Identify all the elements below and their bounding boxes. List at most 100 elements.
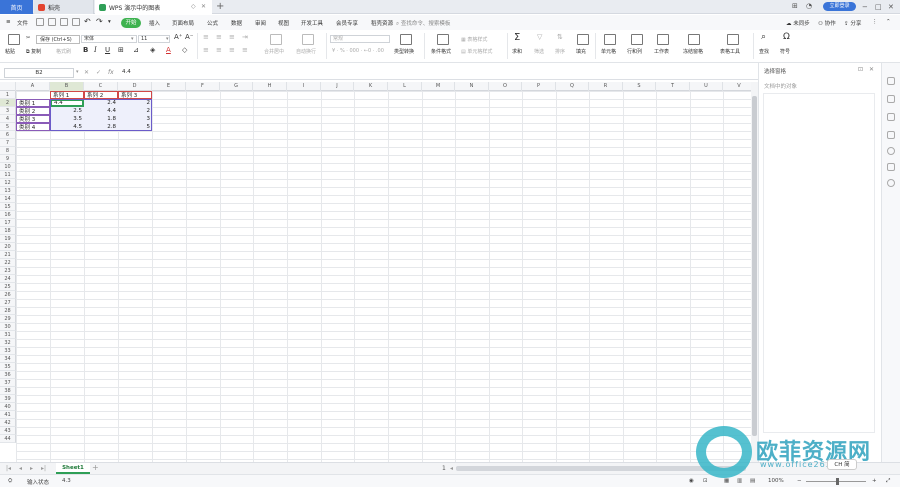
shrink-font-icon[interactable]: A⁻ [185, 33, 193, 41]
menu-developer[interactable]: 开发工具 [301, 19, 323, 27]
column-header-r[interactable]: R [589, 82, 623, 91]
tab-document[interactable]: WPS 演示中的图表 ◇ ✕ [95, 0, 212, 14]
cells-icon[interactable] [604, 34, 616, 45]
fill-icon[interactable] [577, 34, 589, 45]
value-cell[interactable]: 2.5 [50, 107, 84, 115]
row-header-12[interactable]: 12 [0, 179, 16, 187]
row-header-2[interactable]: 2 [0, 99, 16, 107]
row-header-16[interactable]: 16 [0, 211, 16, 219]
fill-color-icon[interactable]: ⊿ [133, 46, 139, 54]
value-cell[interactable]: 5 [118, 123, 152, 131]
row-header-4[interactable]: 4 [0, 115, 16, 123]
pane-options-icon[interactable]: ⊡ [858, 66, 863, 73]
value-cell[interactable]: 3.5 [50, 115, 84, 123]
font-size-dropdown-icon[interactable]: ▾ [166, 36, 169, 42]
row-header-23[interactable]: 23 [0, 267, 16, 275]
row-header-36[interactable]: 36 [0, 371, 16, 379]
spreadsheet-grid[interactable]: ABCDEFGHIJKLMNOPQRSTUV 1 2 3 4 5 6 7 8 9 10 11 12 13… [0, 82, 751, 462]
row-header-44[interactable]: 44 [0, 435, 16, 443]
skin-icon[interactable]: ◔ [806, 2, 812, 10]
share-button[interactable]: ⇪ 分享 [844, 19, 861, 27]
row-header-20[interactable]: 20 [0, 243, 16, 251]
row-header-30[interactable]: 30 [0, 323, 16, 331]
series-header-cell[interactable]: 系列 3 [118, 91, 152, 99]
align-left-icon[interactable]: ≡ [203, 46, 209, 54]
row-header-21[interactable]: 21 [0, 251, 16, 259]
grow-font-icon[interactable]: A⁺ [174, 33, 182, 41]
filter-icon[interactable]: ▽ [537, 33, 542, 41]
column-header-i[interactable]: I [287, 82, 321, 91]
open-icon[interactable] [48, 18, 56, 26]
normal-view-icon[interactable]: ▦ [724, 478, 729, 484]
print-preview-icon[interactable] [72, 18, 80, 26]
column-header-g[interactable]: G [220, 82, 253, 91]
row-header-38[interactable]: 38 [0, 387, 16, 395]
first-sheet-icon[interactable]: |◂ [6, 465, 11, 472]
row-header-15[interactable]: 15 [0, 203, 16, 211]
column-header-k[interactable]: K [354, 82, 388, 91]
add-sheet-button[interactable]: + [92, 463, 99, 472]
quick-access-more-icon[interactable]: ▾ [108, 19, 111, 25]
wrap-icon[interactable] [302, 34, 314, 45]
last-sheet-icon[interactable]: ▸| [41, 465, 46, 472]
table-tools-button[interactable]: 表格工具 [720, 48, 740, 55]
underline-icon[interactable]: U [105, 46, 110, 54]
selection-pane-title[interactable]: 选择窗格 [764, 67, 786, 75]
row-header-29[interactable]: 29 [0, 315, 16, 323]
row-header-41[interactable]: 41 [0, 411, 16, 419]
paste-icon[interactable] [8, 34, 20, 45]
column-header-f[interactable]: F [186, 82, 220, 91]
close-window-icon[interactable]: ✕ [888, 1, 894, 13]
value-cell[interactable]: 2 [118, 107, 152, 115]
cond-format-icon[interactable] [437, 34, 449, 45]
zoom-level[interactable]: 100% [768, 478, 784, 484]
undo-icon[interactable]: ↶ [84, 17, 91, 26]
row-header-34[interactable]: 34 [0, 355, 16, 363]
bold-icon[interactable]: B [83, 46, 88, 54]
menu-view[interactable]: 视图 [278, 19, 289, 27]
menu-review[interactable]: 审阅 [255, 19, 266, 27]
row-header-35[interactable]: 35 [0, 363, 16, 371]
merge-icon[interactable] [270, 34, 282, 45]
collapse-ribbon-icon[interactable]: ⌃ [886, 19, 891, 25]
row-header-32[interactable]: 32 [0, 339, 16, 347]
row-header-24[interactable]: 24 [0, 275, 16, 283]
column-header-n[interactable]: N [455, 82, 489, 91]
page-break-view-icon[interactable]: ▤ [750, 478, 755, 484]
eraser-icon[interactable]: ◇ [182, 46, 187, 54]
freeze-button[interactable]: 冻结窗格 [683, 48, 703, 55]
row-header-37[interactable]: 37 [0, 379, 16, 387]
confirm-edit-icon[interactable]: ✓ [96, 69, 101, 76]
row-header-9[interactable]: 9 [0, 155, 16, 163]
fill-button[interactable]: 填充 [576, 48, 586, 55]
command-search[interactable]: ⌕ 查找命令、搜索模板 [396, 19, 450, 28]
row-header-7[interactable]: 7 [0, 139, 16, 147]
redo-icon[interactable]: ↷ [96, 17, 103, 26]
border-icon[interactable]: ⊞ [118, 46, 124, 54]
login-button[interactable]: 立即登录 [823, 2, 856, 11]
row-header-31[interactable]: 31 [0, 331, 16, 339]
cancel-edit-icon[interactable]: ✕ [84, 69, 89, 76]
zoom-slider-handle[interactable] [836, 478, 839, 485]
column-header-u[interactable]: U [690, 82, 723, 91]
column-header-c[interactable]: C [84, 82, 118, 91]
new-tab-button[interactable]: + [216, 1, 224, 13]
series-header-cell[interactable]: 系列 2 [84, 91, 118, 99]
macro-icon[interactable]: ⛭ [8, 478, 12, 485]
print-icon[interactable] [60, 18, 68, 26]
name-box[interactable]: B2 [4, 68, 74, 78]
category-cell[interactable]: 类别 2 [16, 107, 50, 115]
paste-button[interactable]: 粘贴 [5, 48, 15, 55]
row-header-14[interactable]: 14 [0, 195, 16, 203]
column-header-d[interactable]: D [118, 82, 152, 91]
menu-more-icon[interactable]: ⋮ [872, 19, 878, 25]
menu-formula[interactable]: 公式 [207, 19, 218, 27]
filter-button[interactable]: 筛选 [534, 48, 544, 55]
table-tools-icon[interactable] [727, 34, 739, 45]
sum-button[interactable]: 求和 [512, 48, 522, 55]
indent-icon[interactable]: ⇥ [242, 33, 248, 41]
formula-input[interactable]: 4.4 [122, 69, 131, 75]
column-header-v[interactable]: V [723, 82, 751, 91]
menu-docer-resources[interactable]: 稻壳资源 [371, 19, 393, 27]
wrap-button[interactable]: 自动换行 [296, 48, 316, 55]
